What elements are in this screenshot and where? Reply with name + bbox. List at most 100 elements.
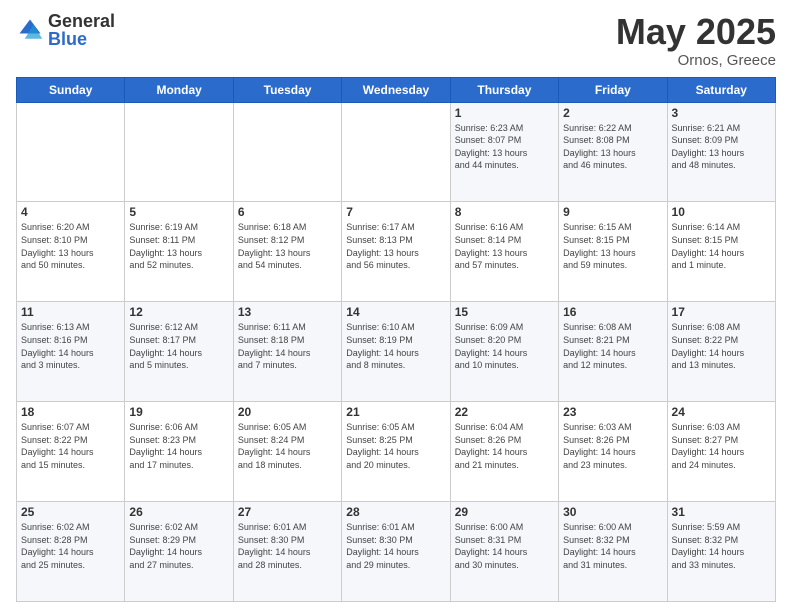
day-number: 17 <box>672 305 771 319</box>
day-number: 30 <box>563 505 662 519</box>
calendar-cell: 31Sunrise: 5:59 AM Sunset: 8:32 PM Dayli… <box>667 502 775 602</box>
calendar-cell: 20 Sunrise: 6:05 AM Sunset: 8:24 PM Dayli… <box>233 402 341 502</box>
logo-icon <box>16 16 44 44</box>
day-number: 14 <box>346 305 445 319</box>
weekday-header-thursday: Thursday <box>450 77 558 102</box>
day-number: 24 <box>672 405 771 419</box>
cell-info: Sunrise: 6:04 AM Sunset: 8:26 PM Dayligh… <box>455 421 554 471</box>
day-number: 3 <box>672 106 771 120</box>
day-number: 21 <box>346 405 445 419</box>
cell-info: Sunrise: 6:21 AM Sunset: 8:09 PM Dayligh… <box>672 122 771 172</box>
cell-info: Sunrise: 6:01 AM Sunset: 8:30 PM Dayligh… <box>346 521 445 571</box>
day-number: 2 <box>563 106 662 120</box>
day-number: 4 <box>21 205 120 219</box>
calendar-cell: 10 Sunrise: 6:14 AM Sunset: 8:15 PM Dayli… <box>667 202 775 302</box>
day-number: 10 <box>672 205 771 219</box>
calendar-cell: 6Sunrise: 6:18 AM Sunset: 8:12 PM Daylig… <box>233 202 341 302</box>
weekday-header-row: SundayMondayTuesdayWednesdayThursdayFrid… <box>17 77 776 102</box>
calendar-cell: 5Sunrise: 6:19 AM Sunset: 8:11 PM Daylig… <box>125 202 233 302</box>
calendar-cell: 26 Sunrise: 6:02 AM Sunset: 8:29 PM Dayli… <box>125 502 233 602</box>
day-number: 26 <box>129 505 228 519</box>
calendar-cell: 17Sunrise: 6:08 AM Sunset: 8:22 PM Dayli… <box>667 302 775 402</box>
calendar-cell: 12 Sunrise: 6:12 AM Sunset: 8:17 PM Dayli… <box>125 302 233 402</box>
logo-general-text: General <box>48 12 115 30</box>
calendar-cell: 19 Sunrise: 6:06 AM Sunset: 8:23 PM Dayli… <box>125 402 233 502</box>
day-number: 13 <box>238 305 337 319</box>
calendar-cell: 21Sunrise: 6:05 AM Sunset: 8:25 PM Dayli… <box>342 402 450 502</box>
cell-info: Sunrise: 6:11 AM Sunset: 8:18 PM Dayligh… <box>238 321 337 371</box>
calendar-cell <box>17 102 125 202</box>
cell-info: Sunrise: 6:15 AM Sunset: 8:15 PM Dayligh… <box>563 221 662 271</box>
cell-info: Sunrise: 6:17 AM Sunset: 8:13 PM Dayligh… <box>346 221 445 271</box>
day-number: 27 <box>238 505 337 519</box>
cell-info: Sunrise: 6:02 AM Sunset: 8:28 PM Dayligh… <box>21 521 120 571</box>
calendar-week-5: 25 Sunrise: 6:02 AM Sunset: 8:28 PM Dayli… <box>17 502 776 602</box>
calendar-cell: 13 Sunrise: 6:11 AM Sunset: 8:18 PM Dayli… <box>233 302 341 402</box>
calendar-week-4: 18 Sunrise: 6:07 AM Sunset: 8:22 PM Dayli… <box>17 402 776 502</box>
calendar-cell: 22Sunrise: 6:04 AM Sunset: 8:26 PM Dayli… <box>450 402 558 502</box>
logo: General Blue <box>16 12 115 48</box>
day-number: 18 <box>21 405 120 419</box>
calendar-cell: 1 Sunrise: 6:23 AM Sunset: 8:07 PM Daylig… <box>450 102 558 202</box>
cell-info: Sunrise: 6:00 AM Sunset: 8:31 PM Dayligh… <box>455 521 554 571</box>
calendar-cell: 3 Sunrise: 6:21 AM Sunset: 8:09 PM Daylig… <box>667 102 775 202</box>
calendar-cell: 15 Sunrise: 6:09 AM Sunset: 8:20 PM Dayli… <box>450 302 558 402</box>
calendar-table: SundayMondayTuesdayWednesdayThursdayFrid… <box>16 77 776 602</box>
calendar-cell: 30 Sunrise: 6:00 AM Sunset: 8:32 PM Dayli… <box>559 502 667 602</box>
cell-info: Sunrise: 6:18 AM Sunset: 8:12 PM Dayligh… <box>238 221 337 271</box>
weekday-header-saturday: Saturday <box>667 77 775 102</box>
cell-info: Sunrise: 6:03 AM Sunset: 8:27 PM Dayligh… <box>672 421 771 471</box>
cell-info: Sunrise: 6:08 AM Sunset: 8:21 PM Dayligh… <box>563 321 662 371</box>
calendar-location: Ornos, Greece <box>616 52 776 69</box>
day-number: 28 <box>346 505 445 519</box>
weekday-header-sunday: Sunday <box>17 77 125 102</box>
logo-blue-text: Blue <box>48 30 115 48</box>
cell-info: Sunrise: 6:02 AM Sunset: 8:29 PM Dayligh… <box>129 521 228 571</box>
cell-info: Sunrise: 6:12 AM Sunset: 8:17 PM Dayligh… <box>129 321 228 371</box>
calendar-cell: 25 Sunrise: 6:02 AM Sunset: 8:28 PM Dayli… <box>17 502 125 602</box>
cell-info: Sunrise: 6:06 AM Sunset: 8:23 PM Dayligh… <box>129 421 228 471</box>
day-number: 12 <box>129 305 228 319</box>
title-block: May 2025 Ornos, Greece <box>616 12 776 69</box>
cell-info: Sunrise: 6:05 AM Sunset: 8:24 PM Dayligh… <box>238 421 337 471</box>
day-number: 20 <box>238 405 337 419</box>
page: General Blue May 2025 Ornos, Greece Sund… <box>0 0 792 612</box>
cell-info: Sunrise: 6:00 AM Sunset: 8:32 PM Dayligh… <box>563 521 662 571</box>
calendar-cell: 24 Sunrise: 6:03 AM Sunset: 8:27 PM Dayli… <box>667 402 775 502</box>
calendar-cell <box>342 102 450 202</box>
day-number: 29 <box>455 505 554 519</box>
cell-info: Sunrise: 6:23 AM Sunset: 8:07 PM Dayligh… <box>455 122 554 172</box>
day-number: 25 <box>21 505 120 519</box>
calendar-cell: 4Sunrise: 6:20 AM Sunset: 8:10 PM Daylig… <box>17 202 125 302</box>
calendar-cell <box>125 102 233 202</box>
calendar-cell: 9 Sunrise: 6:15 AM Sunset: 8:15 PM Daylig… <box>559 202 667 302</box>
calendar-cell: 8Sunrise: 6:16 AM Sunset: 8:14 PM Daylig… <box>450 202 558 302</box>
day-number: 9 <box>563 205 662 219</box>
cell-info: Sunrise: 6:19 AM Sunset: 8:11 PM Dayligh… <box>129 221 228 271</box>
calendar-cell: 28 Sunrise: 6:01 AM Sunset: 8:30 PM Dayli… <box>342 502 450 602</box>
calendar-cell: 16Sunrise: 6:08 AM Sunset: 8:21 PM Dayli… <box>559 302 667 402</box>
calendar-cell: 18 Sunrise: 6:07 AM Sunset: 8:22 PM Dayli… <box>17 402 125 502</box>
day-number: 31 <box>672 505 771 519</box>
day-number: 11 <box>21 305 120 319</box>
cell-info: Sunrise: 6:07 AM Sunset: 8:22 PM Dayligh… <box>21 421 120 471</box>
cell-info: Sunrise: 6:09 AM Sunset: 8:20 PM Dayligh… <box>455 321 554 371</box>
calendar-cell: 23Sunrise: 6:03 AM Sunset: 8:26 PM Dayli… <box>559 402 667 502</box>
day-number: 7 <box>346 205 445 219</box>
weekday-header-wednesday: Wednesday <box>342 77 450 102</box>
day-number: 15 <box>455 305 554 319</box>
calendar-cell: 2 Sunrise: 6:22 AM Sunset: 8:08 PM Daylig… <box>559 102 667 202</box>
cell-info: Sunrise: 6:14 AM Sunset: 8:15 PM Dayligh… <box>672 221 771 271</box>
calendar-week-1: 1 Sunrise: 6:23 AM Sunset: 8:07 PM Daylig… <box>17 102 776 202</box>
cell-info: Sunrise: 6:01 AM Sunset: 8:30 PM Dayligh… <box>238 521 337 571</box>
day-number: 19 <box>129 405 228 419</box>
weekday-header-friday: Friday <box>559 77 667 102</box>
weekday-header-monday: Monday <box>125 77 233 102</box>
cell-info: Sunrise: 6:22 AM Sunset: 8:08 PM Dayligh… <box>563 122 662 172</box>
logo-text: General Blue <box>48 12 115 48</box>
calendar-cell: 11Sunrise: 6:13 AM Sunset: 8:16 PM Dayli… <box>17 302 125 402</box>
calendar-cell: 7 Sunrise: 6:17 AM Sunset: 8:13 PM Daylig… <box>342 202 450 302</box>
day-number: 1 <box>455 106 554 120</box>
cell-info: Sunrise: 6:10 AM Sunset: 8:19 PM Dayligh… <box>346 321 445 371</box>
cell-info: Sunrise: 6:03 AM Sunset: 8:26 PM Dayligh… <box>563 421 662 471</box>
